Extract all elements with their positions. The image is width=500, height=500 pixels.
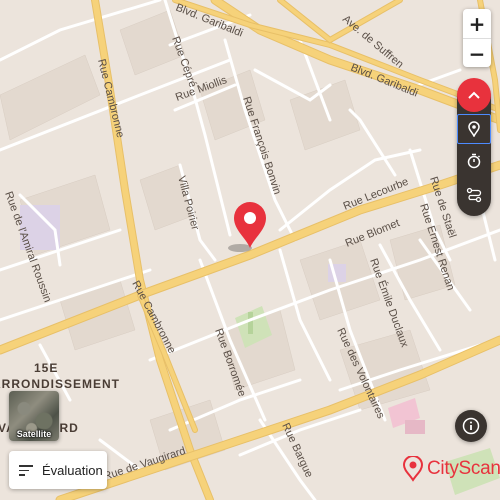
cityscan-logo: CityScan xyxy=(402,456,500,482)
zoom-out-button[interactable]: − xyxy=(463,38,491,68)
stopwatch-icon xyxy=(467,153,481,169)
chevron-up-icon xyxy=(468,91,480,99)
location-tool-button[interactable] xyxy=(457,114,491,144)
satellite-toggle[interactable]: Satellite xyxy=(9,391,59,441)
location-pin-icon xyxy=(468,121,480,137)
time-tool-button[interactable] xyxy=(457,146,491,176)
info-button[interactable] xyxy=(455,410,487,442)
panel-toggle-button[interactable] xyxy=(457,78,491,112)
zoom-control: + − xyxy=(463,9,491,67)
evaluation-label: Évaluation xyxy=(42,462,103,478)
zoom-in-button[interactable]: + xyxy=(463,9,491,38)
info-icon xyxy=(462,417,480,435)
route-icon xyxy=(466,187,482,203)
evaluation-button[interactable]: Évaluation xyxy=(9,451,107,489)
district-label-number: 15E xyxy=(34,361,58,375)
brand-pin-icon xyxy=(402,456,424,482)
menu-lines-icon xyxy=(19,464,33,476)
map-canvas[interactable]: Blvd. Garibaldi Blvd. Garibaldi Ave. de … xyxy=(0,0,500,500)
brand-name: CityScan xyxy=(427,458,500,479)
satellite-label: Satellite xyxy=(16,429,52,439)
district-label-name: ARRONDISSEMENT xyxy=(0,377,120,391)
route-tool-button[interactable] xyxy=(457,180,491,210)
